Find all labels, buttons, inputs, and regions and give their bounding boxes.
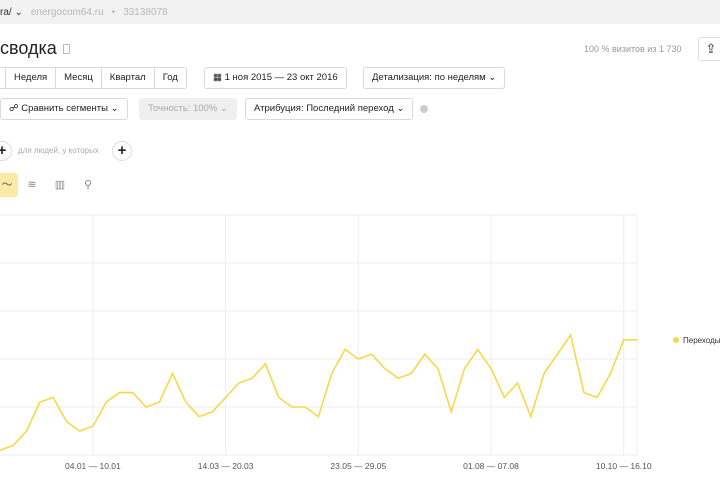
data-point <box>291 406 293 408</box>
data-point <box>26 430 28 432</box>
data-point <box>596 396 598 398</box>
data-point <box>318 416 320 418</box>
x-tick-label: 14.03 — 20.03 <box>198 461 254 471</box>
data-point <box>490 368 492 370</box>
data-point <box>609 372 611 374</box>
data-point <box>384 368 386 370</box>
x-tick-label: 10.10 — 16.10 <box>596 461 652 471</box>
data-point <box>39 401 41 403</box>
data-point <box>636 339 638 341</box>
data-point <box>543 372 545 374</box>
data-point <box>583 392 585 394</box>
data-point <box>450 411 452 413</box>
data-point <box>623 339 625 341</box>
data-point <box>12 444 14 446</box>
data-point <box>397 377 399 379</box>
data-point <box>503 396 505 398</box>
data-point <box>463 368 465 370</box>
x-tick-label: 04.01 — 10.01 <box>65 461 121 471</box>
data-point <box>357 358 359 360</box>
data-point <box>371 353 373 355</box>
data-point <box>264 363 266 365</box>
x-tick-label: 23.05 — 29.05 <box>330 461 386 471</box>
line-chart: 04.01 — 10.01 14.03 — 20.03 23.05 — 29.05 0… <box>0 214 652 471</box>
data-point <box>570 334 572 336</box>
data-point <box>556 353 558 355</box>
data-point <box>211 411 213 413</box>
data-point <box>132 392 134 394</box>
data-point <box>331 372 333 374</box>
data-point <box>530 416 532 418</box>
data-point <box>52 396 54 398</box>
data-point <box>198 416 200 418</box>
data-point <box>158 401 160 403</box>
legend-item[interactable]: Переходы <box>673 336 720 345</box>
data-point <box>172 372 174 374</box>
data-point <box>238 382 240 384</box>
data-point <box>477 348 479 350</box>
data-point <box>65 420 67 422</box>
data-point <box>251 377 253 379</box>
data-point <box>517 382 519 384</box>
data-point <box>185 401 187 403</box>
data-point <box>225 396 227 398</box>
data-point <box>304 406 306 408</box>
data-point <box>92 425 94 427</box>
data-point <box>278 396 280 398</box>
data-point <box>79 430 81 432</box>
data-point <box>344 348 346 350</box>
data-point <box>410 372 412 374</box>
data-point <box>437 368 439 370</box>
data-point <box>145 406 147 408</box>
legend-dot <box>673 337 679 343</box>
x-tick-label: 01.08 — 07.08 <box>463 461 519 471</box>
data-point <box>105 401 107 403</box>
series-line <box>0 333 637 451</box>
data-point <box>118 392 120 394</box>
data-point <box>424 353 426 355</box>
